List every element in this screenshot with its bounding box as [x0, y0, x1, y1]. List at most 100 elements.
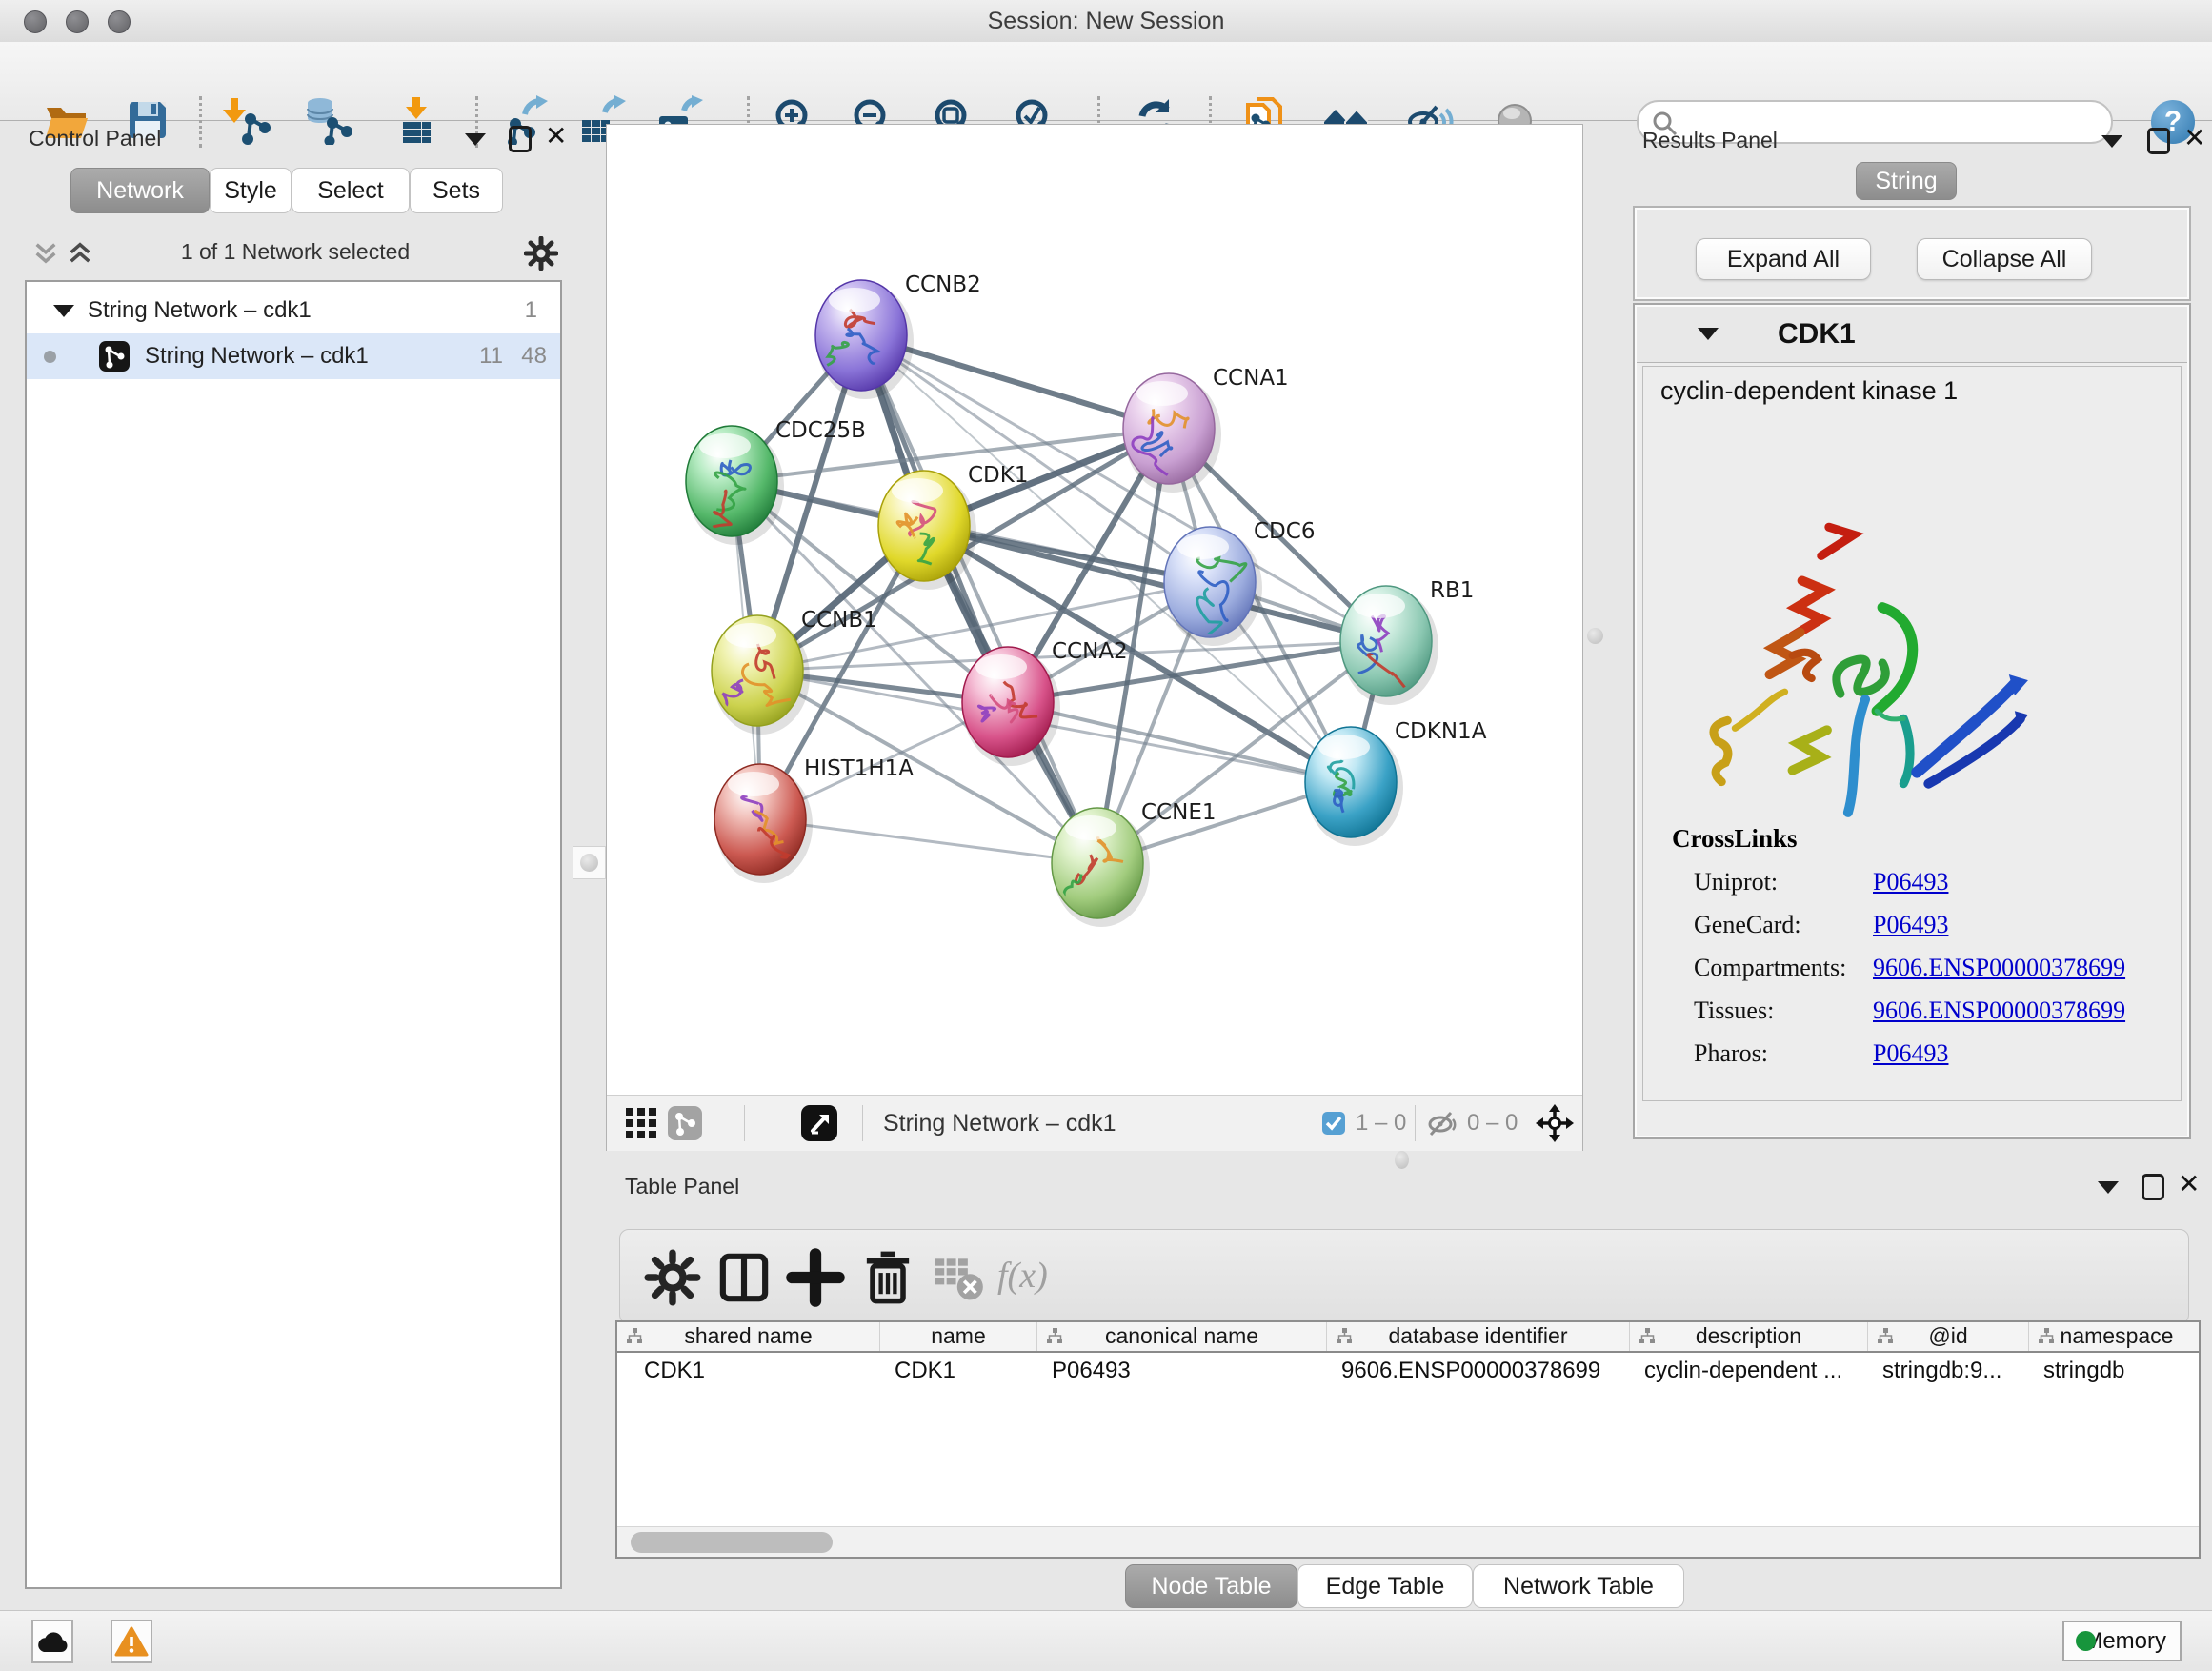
crosslink-row: Compartments:9606.ENSP00000378699 — [1643, 946, 2177, 989]
close-panel-icon[interactable]: ✕ — [545, 124, 567, 149]
network-canvas[interactable]: CCNB2CCNA1CDC25BCDK1CDC6RB1CCNB1CCNA2CDK… — [607, 125, 1582, 1095]
table-cell[interactable]: CDK1 — [617, 1353, 879, 1389]
add-column-icon[interactable] — [785, 1247, 846, 1308]
network-view-title: String Network – cdk1 — [883, 1096, 1116, 1151]
table-cell[interactable]: P06493 — [1036, 1353, 1326, 1389]
table-gear-icon[interactable] — [642, 1247, 703, 1308]
bottom-divider-handle[interactable] — [1395, 1151, 1409, 1169]
column-header-canonical-name[interactable]: canonical name — [1036, 1322, 1326, 1351]
network-edge-count: 48 — [521, 333, 547, 379]
network-selection-row: 1 of 1 Network selected — [10, 234, 570, 272]
left-divider-handle[interactable] — [573, 846, 606, 879]
minimize-panel-icon[interactable] — [2098, 1181, 2119, 1194]
table-row[interactable]: CDK1CDK1P064939606.ENSP00000378699cyclin… — [617, 1353, 2201, 1389]
float-panel-icon[interactable] — [2147, 128, 2170, 154]
network-type-icon — [99, 341, 130, 372]
selected-counter: 1 – 0 — [1356, 1096, 1406, 1151]
column-header-database-identifier[interactable]: database identifier — [1326, 1322, 1629, 1351]
scrollbar-thumb[interactable] — [631, 1532, 833, 1553]
collection-count: 1 — [525, 288, 537, 333]
crosslink-link[interactable]: 9606.ENSP00000378699 — [1873, 946, 2125, 989]
network-node[interactable]: CDC6 — [1164, 519, 1315, 646]
crosslink-link[interactable]: P06493 — [1873, 1032, 1948, 1075]
table-cell[interactable]: 9606.ENSP00000378699 — [1326, 1353, 1629, 1389]
expand-all-button[interactable]: Expand All — [1696, 238, 1871, 280]
table-cell[interactable]: CDK1 — [879, 1353, 1036, 1389]
right-divider-handle[interactable] — [1583, 622, 1606, 649]
collapse-all-button[interactable]: Collapse All — [1917, 238, 2092, 280]
network-node[interactable]: CCNB2 — [815, 272, 981, 399]
tab-style[interactable]: Style — [210, 168, 292, 213]
hidden-counter: 0 – 0 — [1467, 1096, 1518, 1151]
tab-node-table[interactable]: Node Table — [1125, 1564, 1297, 1608]
collapse-all-icon[interactable] — [67, 240, 93, 267]
node-label: RB1 — [1430, 578, 1474, 603]
expand-all-icon[interactable] — [32, 240, 59, 267]
float-panel-icon[interactable] — [2142, 1174, 2164, 1200]
memory-button[interactable]: Memory — [2062, 1621, 2182, 1661]
table-cell[interactable]: stringdb — [2028, 1353, 2201, 1389]
minimize-panel-icon[interactable] — [465, 133, 486, 146]
network-node[interactable]: CCNB1 — [712, 608, 877, 735]
results-panel-title: Results Panel — [1642, 128, 1778, 153]
network-node[interactable]: CCNE1 — [1052, 800, 1217, 927]
delete-column-icon[interactable] — [857, 1247, 918, 1308]
crosslinks-title: CrossLinks — [1672, 824, 1798, 854]
network-edge[interactable] — [861, 335, 1097, 863]
tab-select[interactable]: Select — [292, 168, 410, 213]
network-collection-row[interactable]: String Network – cdk1 1 — [27, 288, 560, 333]
crosslink-row: Tissues:9606.ENSP00000378699 — [1643, 989, 2177, 1032]
column-header-shared-name[interactable]: shared name — [617, 1322, 879, 1351]
crosslink-link[interactable]: P06493 — [1873, 860, 1948, 903]
warning-icon — [114, 1626, 149, 1657]
grid-view-icon[interactable] — [624, 1106, 658, 1140]
column-header-name[interactable]: name — [879, 1322, 1036, 1351]
collection-label: String Network – cdk1 — [88, 288, 312, 333]
column-header-namespace[interactable]: namespace — [2028, 1322, 2201, 1351]
node-label: CDC6 — [1254, 519, 1315, 544]
tab-network-table[interactable]: Network Table — [1473, 1564, 1684, 1608]
entry-collapse-icon[interactable] — [1698, 328, 1719, 340]
warning-button[interactable] — [111, 1620, 152, 1663]
node-label: CCNA2 — [1052, 639, 1128, 664]
crosslink-label: GeneCard: — [1694, 903, 1801, 946]
network-row[interactable]: String Network – cdk1 11 48 — [27, 333, 560, 379]
birdseye-view-icon[interactable] — [801, 1105, 837, 1141]
protein-structure-image — [1678, 491, 2041, 839]
column-tree-icon — [627, 1328, 643, 1344]
table-horizontal-scrollbar[interactable] — [617, 1526, 2199, 1558]
network-node[interactable]: RB1 — [1340, 578, 1474, 709]
move-crosshair-icon[interactable] — [1536, 1104, 1574, 1142]
collection-expand-icon[interactable] — [53, 305, 74, 317]
network-node[interactable]: HIST1H1A — [714, 756, 914, 883]
tab-network[interactable]: Network — [70, 168, 210, 213]
tab-sets[interactable]: Sets — [410, 168, 503, 213]
column-header-@id[interactable]: @id — [1867, 1322, 2028, 1351]
network-badge-icon[interactable] — [668, 1106, 702, 1140]
close-panel-icon[interactable]: ✕ — [2183, 126, 2205, 151]
show-columns-icon[interactable] — [714, 1247, 774, 1308]
tab-edge-table[interactable]: Edge Table — [1297, 1564, 1473, 1608]
column-header-description[interactable]: description — [1629, 1322, 1867, 1351]
entry-header[interactable]: CDK1 — [1637, 307, 2187, 363]
crosslink-label: Uniprot: — [1694, 860, 1778, 903]
function-builder-icon-disabled: f(x) — [997, 1255, 1102, 1316]
main-toolbar: ? — [0, 42, 2212, 121]
network-node[interactable]: CDKN1A — [1305, 719, 1487, 846]
tab-string[interactable]: String — [1856, 162, 1957, 200]
cloud-button[interactable] — [31, 1620, 73, 1663]
crosslink-link[interactable]: 9606.ENSP00000378699 — [1873, 989, 2125, 1032]
selection-status: 1 of 1 Network selected — [114, 239, 476, 265]
float-panel-icon[interactable] — [509, 126, 532, 152]
crosslink-link[interactable]: P06493 — [1873, 903, 1948, 946]
selected-checkbox-icon[interactable] — [1322, 1112, 1345, 1135]
table-cell[interactable]: stringdb:9... — [1867, 1353, 2028, 1389]
minimize-panel-icon[interactable] — [2101, 135, 2122, 148]
network-node[interactable]: CCNA1 — [1123, 366, 1289, 493]
gear-icon[interactable] — [524, 236, 558, 271]
table-header-row: shared namenamecanonical namedatabase id… — [617, 1322, 2201, 1353]
close-panel-icon[interactable]: ✕ — [2178, 1172, 2200, 1197]
memory-label: Memory — [2083, 1628, 2166, 1654]
table-cell[interactable]: cyclin-dependent ... — [1629, 1353, 1867, 1389]
table-panel: Table Panel ✕ f(x) shared namenamecanoni… — [606, 1164, 2202, 1608]
